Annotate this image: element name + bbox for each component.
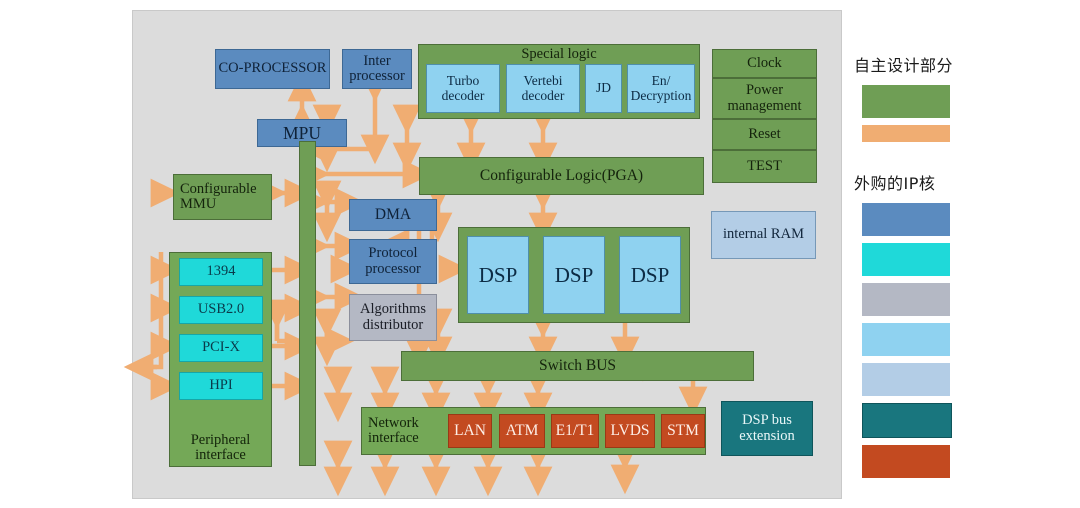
e1t1-block[interactable]: E1/T1	[551, 414, 599, 448]
lan-block[interactable]: LAN	[448, 414, 492, 448]
vertebi-decoder-label: Vertebi decoder	[521, 73, 565, 103]
ieee1394-label: 1394	[206, 263, 236, 280]
dsp-block-2[interactable]: DSP	[543, 236, 605, 314]
special-logic-label: Special logic	[521, 46, 597, 62]
configurable-mmu-block[interactable]: Configurable MMU	[173, 174, 272, 220]
diagram-root: CO-PROCESSOR Inter processor MPU Special…	[0, 0, 1080, 508]
turbo-decoder-block[interactable]: Turbo decoder	[426, 64, 500, 113]
reset-block[interactable]: Reset	[712, 119, 817, 150]
inter-processor-block[interactable]: Inter processor	[342, 49, 412, 89]
dsp-1-label: DSP	[478, 262, 518, 287]
clock-block[interactable]: Clock	[712, 49, 817, 78]
dsp-block-1[interactable]: DSP	[467, 236, 529, 314]
jd-block[interactable]: JD	[585, 64, 622, 113]
pcix-label: PCI-X	[202, 339, 240, 356]
reset-label: Reset	[748, 125, 781, 142]
atm-label: ATM	[505, 421, 539, 439]
lvds-label: LVDS	[610, 421, 650, 439]
rust-swatch	[862, 445, 950, 478]
co-processor-label: CO-PROCESSOR	[218, 60, 327, 77]
teal-swatch	[862, 403, 952, 438]
hpi-label: HPI	[209, 377, 233, 394]
inter-processor-label: Inter processor	[349, 52, 405, 84]
jd-label: JD	[595, 80, 611, 96]
pcix-block[interactable]: PCI-X	[179, 334, 263, 362]
steel-blue-swatch	[862, 203, 950, 236]
clock-label: Clock	[747, 54, 782, 71]
dsp-2-label: DSP	[554, 262, 594, 287]
dma-block[interactable]: DMA	[349, 199, 437, 231]
algorithms-distributor-label: Algorithms distributor	[359, 301, 427, 333]
usb-label: USB2.0	[197, 301, 245, 318]
configurable-logic-label: Configurable Logic(PGA)	[479, 166, 644, 184]
lvds-block[interactable]: LVDS	[605, 414, 655, 448]
co-processor-block[interactable]: CO-PROCESSOR	[215, 49, 330, 89]
dsp-bus-extension-block[interactable]: DSP bus extension	[721, 401, 813, 456]
internal-ram-block[interactable]: internal RAM	[711, 211, 816, 259]
peach-swatch	[862, 125, 950, 142]
ieee1394-block[interactable]: 1394	[179, 258, 263, 286]
sky-blue-swatch	[862, 323, 950, 356]
power-management-block[interactable]: Power management	[712, 78, 817, 119]
diagram-canvas: CO-PROCESSOR Inter processor MPU Special…	[123, 10, 842, 499]
hpi-block[interactable]: HPI	[179, 372, 263, 400]
dsp-block-3[interactable]: DSP	[619, 236, 681, 314]
network-interface-label: Network interface	[368, 414, 419, 446]
stm-label: STM	[667, 421, 699, 439]
protocol-processor-block[interactable]: Protocol processor	[349, 239, 437, 284]
cyan-swatch	[862, 243, 950, 276]
stm-block[interactable]: STM	[661, 414, 705, 448]
test-block[interactable]: TEST	[712, 150, 817, 183]
atm-block[interactable]: ATM	[499, 414, 545, 448]
legend-group1-title: 自主设计部分	[854, 56, 954, 75]
dsp-3-label: DSP	[630, 262, 670, 287]
green-swatch	[862, 85, 950, 118]
dma-label: DMA	[374, 205, 412, 223]
algorithms-distributor-block[interactable]: Algorithms distributor	[349, 294, 437, 341]
vertical-bus-bar	[299, 141, 316, 466]
dsp-bus-extension-label: DSP bus extension	[739, 412, 795, 444]
lan-label: LAN	[454, 421, 486, 439]
switch-bus-block[interactable]: Switch BUS	[401, 351, 754, 381]
protocol-processor-label: Protocol processor	[365, 245, 421, 277]
gray-blue-swatch	[862, 283, 950, 316]
power-management-label: Power management	[727, 82, 802, 114]
switch-bus-label: Switch BUS	[538, 356, 617, 374]
en-decryption-block[interactable]: En/ Decryption	[627, 64, 695, 113]
mpu-label: MPU	[283, 122, 321, 143]
configurable-logic-block[interactable]: Configurable Logic(PGA)	[419, 157, 704, 195]
en-decryption-label: En/ Decryption	[630, 73, 692, 103]
internal-ram-label: internal RAM	[723, 226, 804, 243]
test-label: TEST	[747, 157, 782, 174]
configurable-mmu-label: Configurable MMU	[180, 180, 257, 212]
legend: 自主设计部分 外购的IP核	[852, 52, 1032, 485]
vertebi-decoder-block[interactable]: Vertebi decoder	[506, 64, 580, 113]
turbo-decoder-label: Turbo decoder	[441, 73, 485, 103]
peripheral-interface-label: Peripheral interface	[190, 431, 251, 463]
legend-group2-title: 外购的IP核	[854, 174, 936, 193]
pale-blue-swatch	[862, 363, 950, 396]
e1t1-label: E1/T1	[555, 421, 595, 439]
usb-block[interactable]: USB2.0	[179, 296, 263, 324]
